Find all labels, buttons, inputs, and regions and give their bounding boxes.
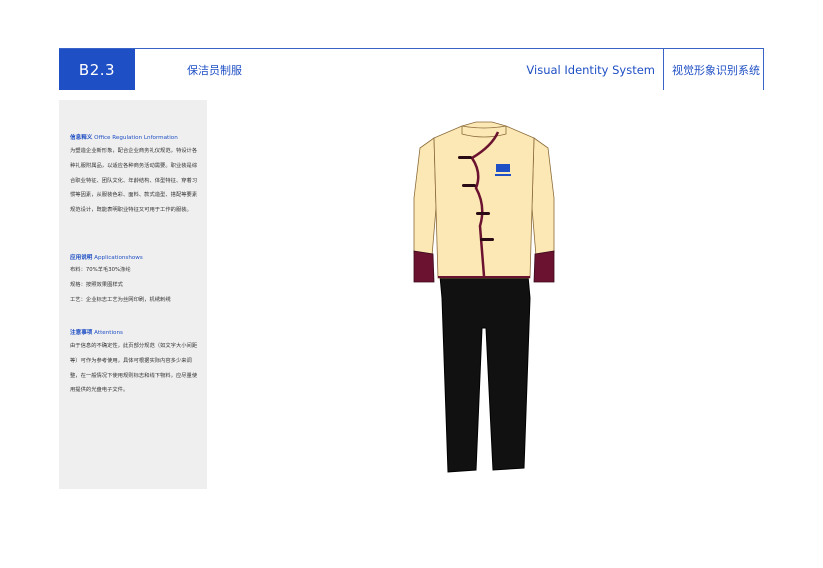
left-cuff	[413, 250, 435, 283]
page-header: B2.3 保洁员制服 Visual Identity System 视觉形象识别…	[59, 48, 764, 90]
attention-text: 由于信息的不确定性，此页部分规范（如文字大小间距等）可作为参考使用，具体可根据实…	[70, 343, 198, 394]
design-intent-text: 为塑造企业新形象，配合企业商务礼仪规范，特设计各种礼服附属品，以适应各种商务活动…	[70, 148, 198, 214]
section-code: B2.3	[59, 49, 135, 90]
design-intent-heading: 信息释义 Office Regulation Lnformation	[70, 133, 202, 143]
vis-title-en: Visual Identity System	[526, 63, 655, 77]
application-line: 工艺：企业标志工艺为丝网印刷，机绣刺绣	[70, 297, 171, 303]
attention-title-en: Attentions	[94, 330, 123, 336]
pants	[439, 275, 531, 473]
attention-title-cn: 注意事项	[70, 330, 93, 336]
page-title: 保洁员制服	[187, 64, 242, 77]
design-intent-section: 信息释义 Office Regulation Lnformation 为塑造企业…	[70, 133, 202, 218]
company-logo-icon	[495, 164, 511, 176]
design-intent-title-en: Office Regulation Lnformation	[94, 135, 178, 141]
application-title-cn: 应用说明	[70, 255, 93, 261]
application-line: 规格：按照效果图样式	[70, 282, 123, 288]
right-sleeve	[531, 137, 555, 257]
application-heading: 应用说明 Applicationshows	[70, 253, 202, 263]
attention-heading: 注意事项 Attentions	[70, 328, 202, 338]
attention-section: 注意事项 Attentions 由于信息的不确定性，此页部分规范（如文字大小间距…	[70, 328, 202, 398]
application-line: 布料：70%羊毛30%涤纶	[70, 267, 131, 273]
design-intent-title-cn: 信息释义	[70, 135, 93, 141]
header-divider	[663, 49, 664, 90]
vis-title-cn: 视觉形象识别系统	[672, 64, 760, 77]
info-sidebar: 信息释义 Office Regulation Lnformation 为塑造企业…	[59, 100, 207, 489]
application-title-en: Applicationshows	[94, 255, 143, 261]
application-section: 应用说明 Applicationshows 布料：70%羊毛30%涤纶 规格：按…	[70, 253, 202, 308]
cleaner-uniform-illustration	[413, 121, 555, 473]
header-divider-right	[763, 49, 764, 90]
jacket-body	[433, 121, 535, 279]
left-sleeve	[413, 137, 437, 257]
mandarin-collar	[461, 125, 507, 138]
right-cuff	[533, 250, 555, 283]
